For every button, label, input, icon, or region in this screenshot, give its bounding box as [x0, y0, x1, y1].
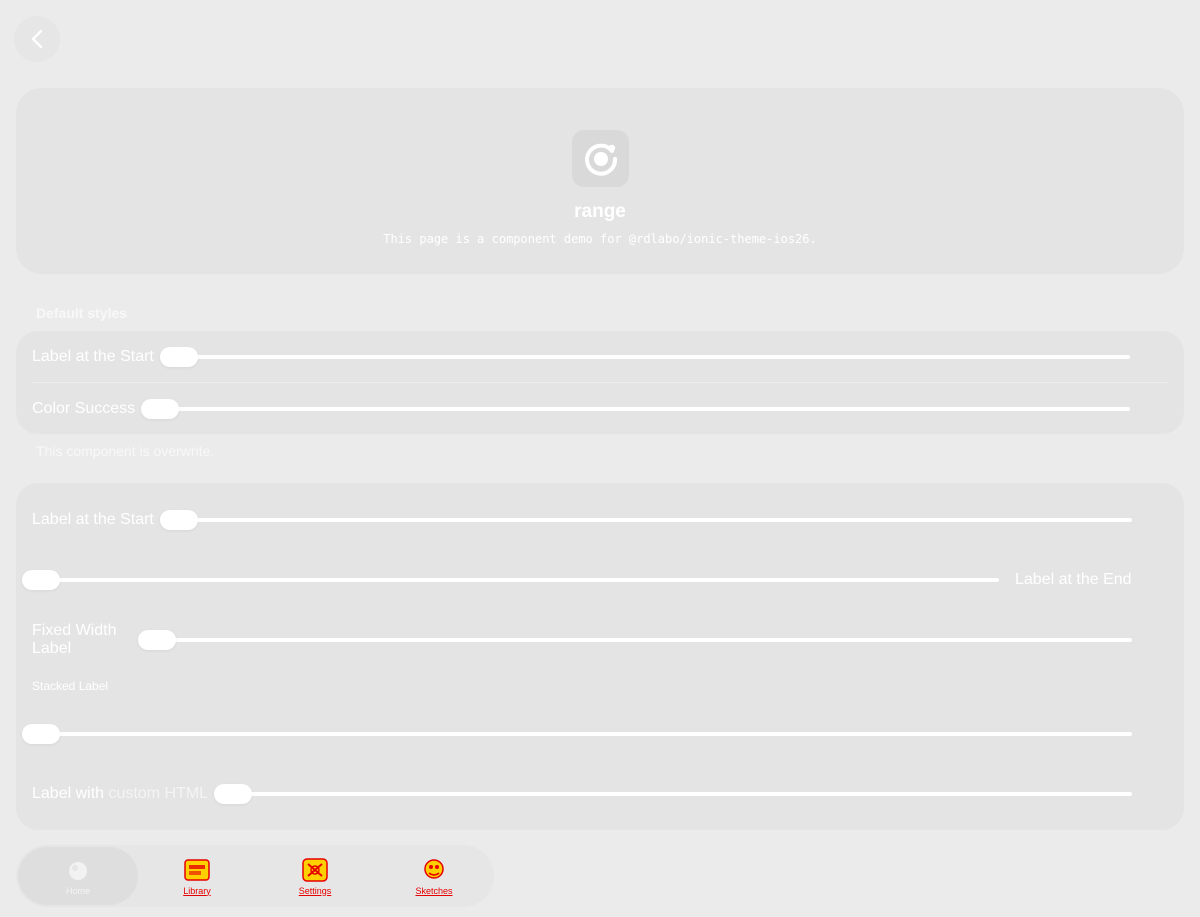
- chevron-left-icon: [31, 29, 43, 49]
- range-track[interactable]: [22, 578, 999, 582]
- range-label-line2: Label: [32, 640, 72, 657]
- range-knob[interactable]: [214, 784, 252, 804]
- range-track[interactable]: [138, 638, 1132, 642]
- range-label: Label at the Start: [32, 348, 154, 365]
- range-label: Stacked Label: [32, 679, 109, 693]
- range-label: Color Success: [32, 400, 136, 417]
- page: range This page is a component demo for …: [0, 0, 1200, 917]
- range-track[interactable]: [176, 518, 1132, 522]
- ionic-logo-icon: [572, 130, 629, 187]
- range-knob[interactable]: [160, 510, 198, 530]
- library-icon: [184, 858, 210, 881]
- tab-home[interactable]: Home: [18, 847, 138, 905]
- overwrite-note: This component is overwrite.: [36, 443, 215, 459]
- range-label: Label at the Start: [32, 511, 154, 528]
- range-knob[interactable]: [160, 347, 198, 367]
- tab-library[interactable]: Library: [137, 845, 257, 907]
- sketches-icon: [424, 858, 444, 879]
- section-header-default-styles: Default styles: [36, 305, 128, 321]
- tab-label: Sketches: [415, 885, 453, 896]
- range-label-emphasis: custom HTML: [108, 785, 209, 802]
- tab-label: Home: [65, 885, 90, 896]
- page-title: range: [574, 201, 626, 222]
- range-knob[interactable]: [22, 724, 60, 744]
- range-label-prefix: Label with: [32, 785, 105, 802]
- default-styles-list: Label at the Start Color Success: [16, 331, 1184, 434]
- range-track[interactable]: [176, 355, 1130, 359]
- tab-bar: Home Library Settings Sketches: [16, 845, 494, 907]
- tab-sketches[interactable]: Sketches: [374, 845, 494, 907]
- tab-label: Settings: [298, 885, 332, 896]
- range-label-line1: Fixed Width: [32, 622, 117, 639]
- back-button[interactable]: [14, 16, 60, 62]
- range-knob[interactable]: [22, 570, 60, 590]
- range-label: Label with custom HTML: [32, 785, 208, 803]
- range-track[interactable]: [156, 407, 1130, 411]
- list-divider: [32, 382, 1168, 383]
- range-label: Label at the End: [1015, 571, 1132, 588]
- range-track[interactable]: [22, 732, 1132, 736]
- tab-settings[interactable]: Settings: [255, 845, 375, 907]
- overwrite-list: Label at the Start Label at the End Fixe…: [16, 483, 1184, 830]
- home-icon: [69, 861, 87, 880]
- page-subtitle: This page is a component demo for @rdlab…: [383, 232, 817, 246]
- range-track[interactable]: [214, 792, 1132, 796]
- range-knob[interactable]: [141, 399, 179, 419]
- hero-card: range This page is a component demo for …: [16, 88, 1184, 274]
- range-knob[interactable]: [138, 630, 176, 650]
- tab-label: Library: [183, 885, 211, 896]
- settings-icon: [302, 857, 328, 882]
